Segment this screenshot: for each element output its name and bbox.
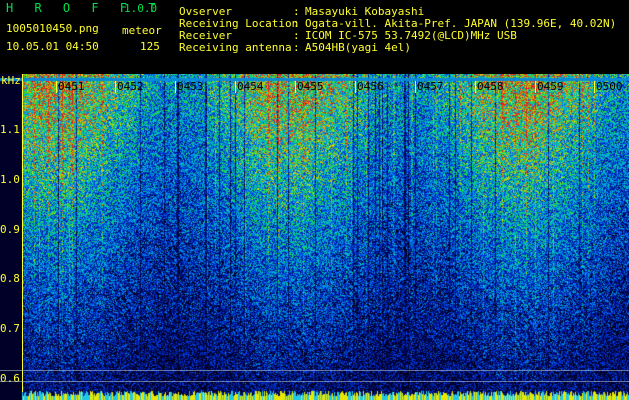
y-axis-line [22, 74, 23, 392]
time-mark-0452: 0452 [117, 80, 144, 93]
antenna-label: Receiving antenna [179, 41, 292, 54]
time-mark-0458: 0458 [477, 80, 504, 93]
unit-label: kHz [1, 74, 21, 87]
reference-line-upper [0, 370, 629, 371]
antenna-colon: : [293, 41, 300, 54]
time-mark-0459: 0459 [537, 80, 564, 93]
spectrogram-canvas [0, 74, 629, 400]
time-mark-0451: 0451 [58, 80, 85, 93]
count-value: 125 [140, 40, 160, 53]
y-tick-0-9: 0.9 [0, 223, 20, 236]
antenna-value: A504HB(yagi 4el) [305, 41, 411, 54]
datetime: 10.05.01 04:50 [6, 40, 99, 53]
y-tick-0-7: 0.7 [0, 322, 20, 335]
time-mark-0455: 0455 [297, 80, 324, 93]
file-name: 1005010450.png [6, 22, 99, 35]
reference-line-lower [0, 381, 629, 382]
y-tick-1-0: 1.0 [0, 173, 20, 186]
y-tick-1-1: 1.1 [0, 123, 20, 136]
y-tick-0-6: 0.6 [0, 372, 20, 385]
mode-label: meteor [122, 24, 162, 37]
time-mark-0453: 0453 [177, 80, 204, 93]
time-mark-0500: 0500 [596, 80, 623, 93]
y-tick-0-8: 0.8 [0, 272, 20, 285]
time-mark-0456: 0456 [357, 80, 384, 93]
app-version: 1.0.0 [124, 2, 158, 15]
time-mark-0457: 0457 [417, 80, 444, 93]
time-mark-0454: 0454 [237, 80, 264, 93]
header-panel: H R O F F T 1.0.0 1005010450.png meteor … [0, 0, 629, 74]
